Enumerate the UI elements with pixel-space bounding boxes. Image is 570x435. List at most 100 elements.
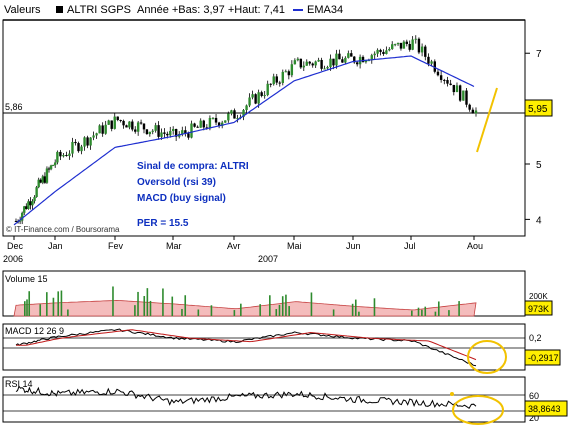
macd-panel: MACD 12 26 9 0,2 -0,2917 <box>2 323 561 374</box>
volume-bar <box>434 311 437 316</box>
candle-body <box>43 176 47 183</box>
candle-body <box>227 113 230 121</box>
candle-body <box>25 206 28 209</box>
candle-body <box>405 41 408 44</box>
stock-chart-svg: Valeurs ALTRI SGPS Année +Bas: 3,97 +Hau… <box>0 0 570 425</box>
candle-body <box>361 56 365 63</box>
year-stats: Année +Bas: 3,97 +Haut: 7,41 <box>137 4 285 16</box>
candle-body <box>332 58 335 66</box>
candle-body <box>314 61 317 66</box>
candle-body <box>465 90 468 105</box>
candle-body <box>402 41 406 49</box>
candle-body <box>338 53 341 60</box>
candle-body <box>385 50 388 55</box>
candle-body <box>278 82 281 84</box>
candle-body <box>417 38 421 53</box>
volume-bar <box>281 296 284 316</box>
candle-body <box>344 57 347 63</box>
candle-body <box>245 105 248 111</box>
volume-bar <box>46 292 48 316</box>
credit-text: © IT-Finance.com / Boursorama <box>6 225 120 234</box>
candle-body <box>251 94 254 98</box>
candle-body <box>193 123 196 127</box>
candle-body <box>83 137 86 147</box>
candle-body <box>33 197 36 202</box>
candle-body <box>335 53 338 66</box>
volume-bar <box>424 306 427 316</box>
candle-body <box>439 75 443 80</box>
volume-bar <box>351 303 354 316</box>
candle-body <box>89 137 92 146</box>
candle-body <box>53 162 57 166</box>
volume-bar <box>354 299 357 316</box>
candle-body <box>430 61 433 64</box>
price-y-tick-label: 4 <box>536 215 542 226</box>
candle-body <box>317 59 320 62</box>
candle-body <box>187 133 190 138</box>
volume-bar <box>358 311 360 316</box>
candle-body <box>199 120 202 128</box>
candle-body <box>427 56 430 64</box>
candle-body <box>302 65 305 68</box>
month-label: Fev <box>108 241 124 251</box>
candle-body <box>376 49 379 54</box>
macd-panel-frame <box>2 323 526 371</box>
candle-body <box>320 59 323 69</box>
candle-body <box>169 130 172 136</box>
volume-bar <box>275 309 278 316</box>
candle-body <box>414 38 417 40</box>
candle-body <box>224 120 227 123</box>
annotation-line-3: MACD (buy signal) <box>137 193 226 204</box>
candle-body <box>157 125 160 137</box>
candle-body <box>399 42 403 49</box>
candle-body <box>77 143 80 152</box>
candle-body <box>254 94 257 104</box>
month-label: Jan <box>48 241 63 251</box>
candle-body <box>269 83 272 85</box>
month-label: Mar <box>166 241 182 251</box>
candle-body <box>379 49 382 52</box>
candle-body <box>37 179 40 188</box>
candle-body <box>107 120 110 125</box>
candle-body <box>131 121 134 130</box>
candle-body <box>39 179 42 183</box>
candle-body <box>396 42 400 45</box>
volume-bar <box>411 310 413 316</box>
candle-body <box>163 132 166 134</box>
volume-bar <box>437 301 440 316</box>
candle-body <box>287 71 291 76</box>
month-label: Jun <box>346 241 361 251</box>
volume-bar <box>184 295 187 316</box>
macd-title: MACD 12 26 9 <box>5 326 64 336</box>
candle-body <box>45 168 49 183</box>
candle-body <box>408 43 411 50</box>
volume-bar <box>288 306 290 316</box>
candle-body <box>23 206 26 213</box>
volume-bar <box>240 303 242 316</box>
candle-body <box>443 79 446 81</box>
volume-bar <box>278 304 281 316</box>
candle-body <box>116 116 119 120</box>
candle-body <box>122 120 125 126</box>
volume-bar <box>137 291 139 316</box>
candle-body <box>98 125 101 134</box>
candle-body <box>119 119 122 121</box>
candle-body <box>151 130 154 132</box>
rsi-highlight-dot <box>450 392 454 396</box>
candle-body <box>471 109 475 114</box>
volume-bar <box>332 309 335 316</box>
candle-body <box>373 53 376 56</box>
candle-body <box>41 176 45 183</box>
candle-body <box>329 58 332 68</box>
candle-body <box>27 201 30 209</box>
last-price-value: 5,95 <box>528 104 548 115</box>
candle-body <box>341 59 344 63</box>
candle-body <box>424 46 427 57</box>
candle-body <box>56 151 59 163</box>
price-panel-frame <box>2 19 526 237</box>
volume-bar <box>134 305 136 316</box>
volume-bar <box>171 296 174 316</box>
candle-body <box>296 58 300 61</box>
candle-body <box>101 125 104 134</box>
candle-body <box>272 76 275 85</box>
